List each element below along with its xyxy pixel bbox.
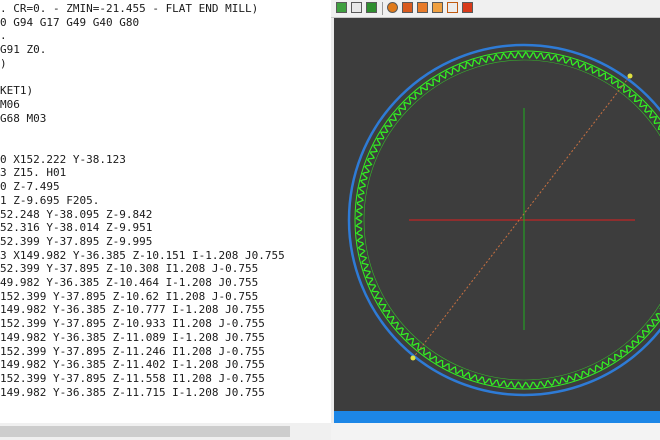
code-line: 52.316 Y-38.014 Z-9.951 <box>0 221 153 235</box>
code-line: 52.399 Y-37.895 Z-10.308 I1.208 J-0.755 <box>0 262 259 276</box>
end-point-marker <box>627 73 633 79</box>
editor-scroll-thumb[interactable] <box>0 426 290 437</box>
toolpath-canvas <box>347 43 660 397</box>
code-line: KET1) <box>0 84 34 98</box>
gcode-editor[interactable]: . CR=0. - ZMIN=-21.455 - FLAT END MILL) 0… <box>0 0 331 423</box>
code-line: . CR=0. - ZMIN=-21.455 - FLAT END MILL) <box>0 2 259 15</box>
code-line: 52.248 Y-38.095 Z-9.842 <box>0 207 153 221</box>
stock-icon[interactable] <box>447 2 458 13</box>
start-point-marker <box>410 355 416 361</box>
progress-bar <box>334 411 660 423</box>
simulation-viewport[interactable] <box>334 18 660 411</box>
editor-horizontal-scrollbar[interactable] <box>0 423 331 440</box>
code-line: 149.982 Y-36.385 Z-10.777 I-1.208 J0.755 <box>0 303 265 317</box>
doc-icon[interactable] <box>432 2 443 13</box>
save-icon[interactable] <box>462 2 473 13</box>
code-line: ) <box>0 56 7 70</box>
toolbar-separator <box>382 2 383 15</box>
code-line: 1 Z-9.695 F205. <box>0 193 100 207</box>
code-line: 152.399 Y-37.895 Z-10.62 I1.208 J-0.755 <box>0 289 259 303</box>
lightning-icon[interactable] <box>366 2 377 13</box>
bottom-scroll-area <box>331 423 660 440</box>
code-line: 0 G94 G17 G49 G40 G80 <box>0 15 140 29</box>
code-line: 3 Z15. H01 <box>0 166 67 180</box>
simulation-pane <box>331 0 660 440</box>
code-line: 52.399 Y-37.895 Z-9.995 <box>0 234 153 248</box>
code-line: 3 X149.982 Y-36.385 Z-10.151 I-1.208 J0.… <box>0 248 285 262</box>
code-line: 0 X152.222 Y-38.123 <box>0 152 126 166</box>
simulation-toolbar <box>331 0 660 18</box>
code-line: 0 Z-7.495 <box>0 180 60 194</box>
code-line: 149.982 Y-36.385 Z-11.402 I-1.208 J0.755 <box>0 358 265 372</box>
code-line: 49.982 Y-36.385 Z-10.464 I-1.208 J0.755 <box>0 276 259 289</box>
tree-icon[interactable] <box>351 2 362 13</box>
code-line: 152.399 Y-37.895 Z-11.558 I1.208 J-0.755 <box>0 371 265 385</box>
code-line: G91 Z0. <box>0 43 47 57</box>
grid-icon[interactable] <box>402 2 413 13</box>
rapid-move <box>412 75 631 359</box>
reset-icon[interactable] <box>417 2 428 13</box>
stop-icon[interactable] <box>387 2 398 13</box>
code-line: 149.982 Y-36.385 Z-11.715 I-1.208 J0.755 <box>0 385 265 399</box>
code-line: 152.399 Y-37.895 Z-11.246 I1.208 J-0.755 <box>0 344 265 358</box>
code-line: M06 <box>0 97 20 111</box>
code-line: . <box>0 29 7 43</box>
code-line: 152.399 Y-37.895 Z-10.933 I1.208 J-0.755 <box>0 317 265 331</box>
toolpath-icon[interactable] <box>336 2 347 13</box>
code-line: G68 M03 <box>0 111 47 125</box>
code-line: 149.982 Y-36.385 Z-11.089 I-1.208 J0.755 <box>0 330 265 344</box>
